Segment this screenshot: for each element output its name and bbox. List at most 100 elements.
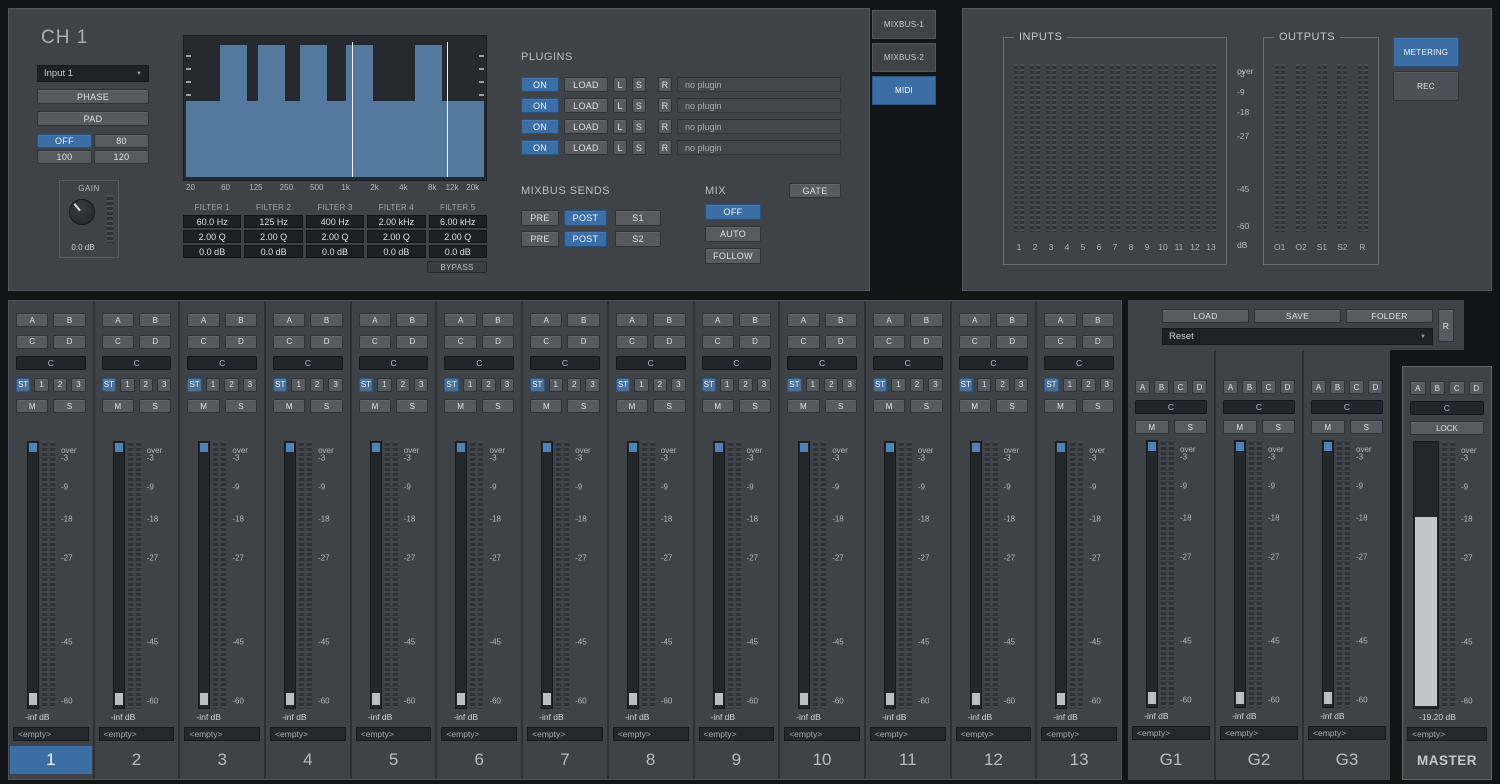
strip-select-label[interactable]: 6 [438, 746, 520, 774]
bank-c-button[interactable]: C [787, 335, 819, 349]
bank-a-button[interactable]: A [187, 313, 219, 327]
insert-slot[interactable]: <empty> [270, 727, 346, 741]
tab-mixbus-1[interactable]: MIXBUS-1 [872, 10, 936, 39]
aux-1-button[interactable]: 1 [377, 378, 391, 392]
bank-d-button[interactable]: D [396, 335, 428, 349]
bank-b-button[interactable]: B [910, 313, 942, 327]
layer-c-button[interactable]: C [1311, 400, 1383, 414]
mix-auto-button[interactable]: AUTO [705, 226, 761, 242]
mute-button[interactable]: M [16, 399, 48, 413]
solo-button[interactable]: S [482, 399, 514, 413]
fader[interactable] [970, 441, 982, 709]
bank-d-button[interactable]: D [567, 335, 599, 349]
fader[interactable] [1322, 440, 1334, 708]
solo-button[interactable]: S [910, 399, 942, 413]
layer-c-button[interactable]: C [873, 356, 943, 370]
bank-a-button[interactable]: A [273, 313, 305, 327]
aux-1-button[interactable]: 1 [206, 378, 220, 392]
bank-c-button[interactable]: C [102, 335, 134, 349]
strip-select-label[interactable]: 11 [867, 746, 949, 774]
hpf-off-button[interactable]: OFF [37, 134, 92, 148]
filter-gain-value[interactable]: 0.0 dB [429, 245, 487, 258]
fader[interactable] [198, 441, 210, 709]
fader[interactable] [370, 441, 382, 709]
mute-button[interactable]: M [1311, 420, 1345, 434]
bank-b-button[interactable]: B [225, 313, 257, 327]
bank-b-button[interactable]: B [567, 313, 599, 327]
filter-q-value[interactable]: 2.00 Q [367, 230, 425, 243]
plugin-slot[interactable]: no plugin [677, 140, 841, 155]
bank-d-button[interactable]: D [139, 335, 171, 349]
fader-handle[interactable] [972, 693, 980, 705]
plugin-load-button[interactable]: LOAD [564, 77, 608, 92]
mute-button[interactable]: M [444, 399, 476, 413]
strip-select-label[interactable]: 13 [1038, 746, 1120, 774]
bank-c-button[interactable]: C [444, 335, 476, 349]
bank-b-button[interactable]: B [825, 313, 857, 327]
bank-b-button[interactable]: B [310, 313, 342, 327]
bank-b-button[interactable]: B [1082, 313, 1114, 327]
mute-button[interactable]: M [1223, 420, 1257, 434]
solo-button[interactable]: S [139, 399, 171, 413]
plugin-slot[interactable]: no plugin [677, 98, 841, 113]
plugin-slot[interactable]: no plugin [677, 119, 841, 134]
send-post-button[interactable]: POST [564, 210, 607, 226]
insert-slot[interactable]: <empty> [441, 727, 517, 741]
solo-button[interactable]: S [1082, 399, 1114, 413]
bank-c-button[interactable]: C [702, 335, 734, 349]
layer-c-button[interactable]: C [1044, 356, 1114, 370]
filter-gain-value[interactable]: 0.0 dB [367, 245, 425, 258]
bank-c-button[interactable]: C [273, 335, 305, 349]
layer-c-button[interactable]: C [444, 356, 514, 370]
layer-c-button[interactable]: C [616, 356, 686, 370]
fader-handle[interactable] [457, 693, 465, 705]
aux-3-button[interactable]: 3 [157, 378, 171, 392]
send-pre-button[interactable]: PRE [521, 210, 559, 226]
mute-button[interactable]: M [873, 399, 905, 413]
fader-handle[interactable] [715, 693, 723, 705]
eq-bypass-button[interactable]: BYPASS [427, 261, 487, 273]
strip-select-label[interactable]: G2 [1217, 746, 1301, 774]
fader[interactable] [455, 441, 467, 709]
aux-3-button[interactable]: 3 [1100, 378, 1114, 392]
insert-slot[interactable]: <empty> [613, 727, 689, 741]
plugin-r-button[interactable]: R [658, 98, 672, 113]
bank-a-button[interactable]: A [1044, 313, 1076, 327]
plugin-r-button[interactable]: R [658, 140, 672, 155]
mute-button[interactable]: M [1044, 399, 1076, 413]
load-button[interactable]: LOAD [1162, 309, 1249, 323]
strip-select-label[interactable]: 1 [10, 746, 92, 774]
layer-c-button[interactable]: C [1410, 401, 1484, 415]
solo-button[interactable]: S [996, 399, 1028, 413]
insert-slot[interactable]: <empty> [1308, 726, 1386, 740]
fader-handle[interactable] [543, 693, 551, 705]
phase-button[interactable]: PHASE [37, 89, 149, 104]
solo-button[interactable]: S [653, 399, 685, 413]
bank-a-button[interactable]: A [702, 313, 734, 327]
aux-3-button[interactable]: 3 [671, 378, 685, 392]
aux-1-button[interactable]: 1 [1063, 378, 1077, 392]
bank-a-button[interactable]: A [1311, 380, 1326, 394]
bank-d-button[interactable]: D [825, 335, 857, 349]
fader-handle[interactable] [29, 693, 37, 705]
hpf-120-button[interactable]: 120 [94, 150, 149, 164]
plugin-on-button[interactable]: ON [521, 119, 559, 134]
fader[interactable] [541, 441, 553, 709]
plugin-slot[interactable]: no plugin [677, 77, 841, 92]
insert-slot[interactable]: <empty> [1132, 726, 1210, 740]
hpf-100-button[interactable]: 100 [37, 150, 92, 164]
aux-2-button[interactable]: 2 [910, 378, 924, 392]
bank-b-button[interactable]: B [653, 313, 685, 327]
plugin-s-button[interactable]: S [632, 77, 646, 92]
hpf-80-button[interactable]: 80 [94, 134, 149, 148]
bank-a-button[interactable]: A [1223, 380, 1238, 394]
strip-select-label[interactable]: 8 [610, 746, 692, 774]
aux-3-button[interactable]: 3 [1014, 378, 1028, 392]
solo-button[interactable]: S [567, 399, 599, 413]
plugin-l-button[interactable]: L [613, 77, 627, 92]
solo-button[interactable]: S [1262, 420, 1296, 434]
mute-button[interactable]: M [187, 399, 219, 413]
fader-handle[interactable] [1057, 693, 1065, 705]
bank-c-button[interactable]: C [873, 335, 905, 349]
fader[interactable] [1055, 441, 1067, 709]
